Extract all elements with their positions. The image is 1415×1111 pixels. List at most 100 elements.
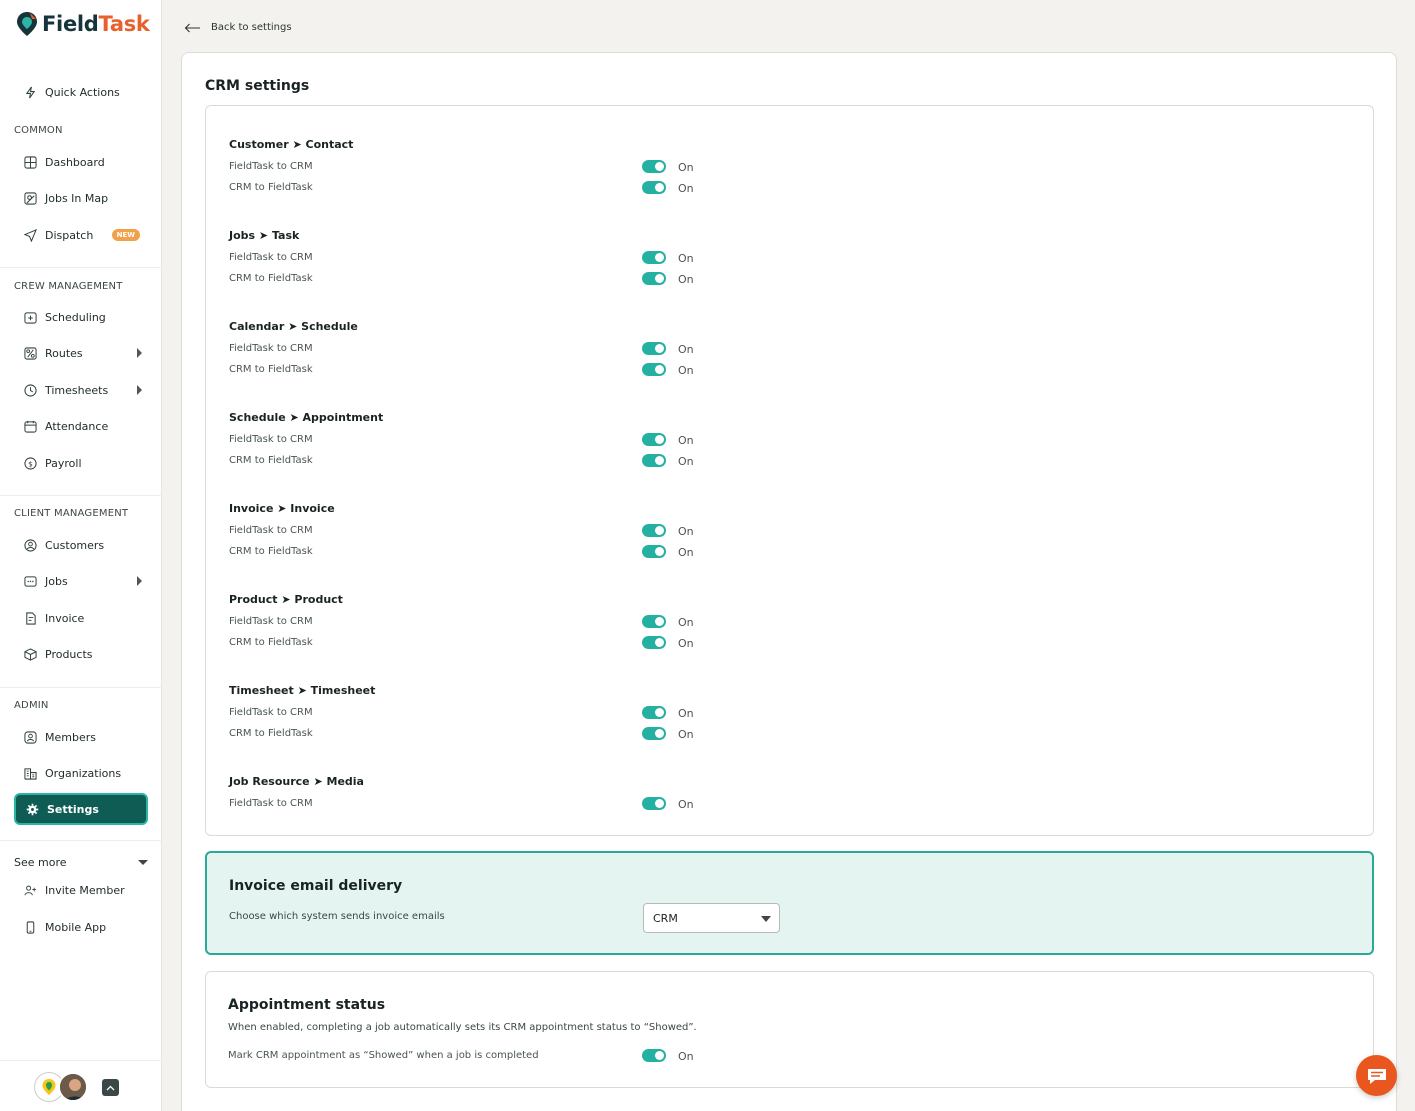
- brand-name: FieldTask: [42, 12, 150, 36]
- sidebar-item-scheduling[interactable]: Scheduling: [14, 303, 148, 331]
- sidebar-item-label: Settings: [47, 802, 99, 816]
- toggle-state: On: [678, 637, 694, 650]
- sidebar-item-label: Members: [45, 730, 96, 744]
- sidebar-item-dispatch[interactable]: Dispatch NEW: [14, 221, 148, 249]
- user-avatar[interactable]: [58, 1072, 88, 1102]
- sidebar-item-attendance[interactable]: Attendance: [14, 412, 148, 440]
- sync-toggle[interactable]: [642, 615, 666, 628]
- chevron-right-icon[interactable]: [137, 576, 142, 586]
- sidebar-item-jobs-in-map[interactable]: Jobs In Map: [14, 184, 148, 212]
- toggle-state: On: [678, 161, 694, 174]
- sync-toggle[interactable]: [642, 160, 666, 173]
- chevron-up-icon: [106, 1085, 115, 1090]
- sync-toggle[interactable]: [642, 706, 666, 719]
- back-to-settings-link[interactable]: Back to settings: [184, 22, 292, 33]
- section-label-admin: ADMIN: [14, 700, 49, 711]
- sidebar-item-payroll[interactable]: $ Payroll: [14, 449, 148, 477]
- svg-text:$: $: [28, 459, 33, 468]
- sidebar-item-dashboard[interactable]: Dashboard: [14, 148, 148, 176]
- settings-panel: CRM settings Customer ➤ Contact FieldTas…: [181, 52, 1397, 1111]
- toggle-state: On: [678, 1050, 694, 1063]
- sidebar-item-label: Dashboard: [45, 155, 105, 169]
- appointment-status-card: Appointment status When enabled, complet…: [205, 971, 1374, 1088]
- appointment-status-title: Appointment status: [228, 997, 386, 1013]
- sync-toggle[interactable]: [642, 636, 666, 649]
- sync-row-label: CRM to FieldTask: [229, 455, 313, 466]
- map-icon: [23, 191, 37, 205]
- invoice-delivery-select[interactable]: CRM: [643, 903, 780, 933]
- document-icon: [23, 611, 37, 625]
- toggle-state: On: [678, 343, 694, 356]
- sync-toggle[interactable]: [642, 433, 666, 446]
- chevron-right-icon[interactable]: [137, 385, 142, 395]
- sync-row-label: FieldTask to CRM: [229, 343, 313, 354]
- user-plus-icon: [23, 883, 37, 897]
- sidebar-item-invite-member[interactable]: Invite Member: [14, 876, 148, 904]
- section-label-crew: CREW MANAGEMENT: [14, 281, 123, 292]
- sidebar-item-products[interactable]: Products: [14, 640, 148, 668]
- user-circle-icon: [23, 538, 37, 552]
- building-icon: [23, 766, 37, 780]
- toggle-state: On: [678, 525, 694, 538]
- lightning-icon: [23, 85, 37, 99]
- sidebar-item-members[interactable]: Members: [14, 723, 148, 751]
- appointment-status-description: When enabled, completing a job automatic…: [228, 1022, 697, 1033]
- box-icon: [23, 647, 37, 661]
- sync-toggle[interactable]: [642, 181, 666, 194]
- sync-toggle[interactable]: [642, 272, 666, 285]
- sidebar-item-settings[interactable]: Settings: [14, 793, 148, 825]
- see-more-toggle[interactable]: See more: [14, 856, 148, 869]
- invoice-email-delivery-card: Invoice email delivery Choose which syst…: [205, 851, 1374, 955]
- crm-sync-card: Customer ➤ Contact FieldTask to CRM On C…: [205, 105, 1374, 836]
- sync-toggle[interactable]: [642, 524, 666, 537]
- sidebar-item-label: Attendance: [45, 419, 109, 433]
- avatar-stack[interactable]: [34, 1072, 90, 1102]
- sidebar-item-label: Quick Actions: [45, 85, 120, 99]
- phone-icon: [23, 920, 37, 934]
- sidebar-item-organizations[interactable]: Organizations: [14, 759, 148, 787]
- sync-toggle[interactable]: [642, 251, 666, 264]
- toggle-state: On: [678, 546, 694, 559]
- sync-toggle[interactable]: [642, 545, 666, 558]
- toggle-state: On: [678, 182, 694, 195]
- divider: [0, 687, 162, 688]
- appointment-status-toggle[interactable]: [642, 1049, 666, 1062]
- toggle-state: On: [678, 728, 694, 741]
- sync-toggle[interactable]: [642, 797, 666, 810]
- sync-row-label: FieldTask to CRM: [229, 616, 313, 627]
- sync-row-label: FieldTask to CRM: [229, 707, 313, 718]
- sidebar-item-quick-actions[interactable]: Quick Actions: [14, 78, 148, 106]
- user-square-icon: [23, 730, 37, 744]
- sidebar-item-timesheets[interactable]: Timesheets: [14, 376, 148, 404]
- sidebar-item-label: Invite Member: [45, 883, 125, 897]
- sidebar-footer: [0, 1060, 162, 1111]
- brand-logo[interactable]: FieldTask: [16, 11, 150, 37]
- sidebar-item-mobile-app[interactable]: Mobile App: [14, 913, 148, 941]
- sidebar-item-customers[interactable]: Customers: [14, 531, 148, 559]
- sync-toggle[interactable]: [642, 727, 666, 740]
- chevron-down-icon: [761, 916, 771, 922]
- divider: [0, 840, 162, 841]
- sync-toggle[interactable]: [642, 342, 666, 355]
- sync-row-label: FieldTask to CRM: [229, 798, 313, 809]
- brand-mark-icon: [17, 12, 37, 36]
- chat-support-button[interactable]: [1356, 1055, 1397, 1096]
- sync-row-label: FieldTask to CRM: [229, 434, 313, 445]
- sync-group-title: Timesheet ➤ Timesheet: [229, 684, 376, 697]
- sidebar-item-invoice[interactable]: Invoice: [14, 604, 148, 632]
- invoice-delivery-description: Choose which system sends invoice emails: [229, 911, 445, 922]
- sync-toggle[interactable]: [642, 363, 666, 376]
- sync-group-title: Product ➤ Product: [229, 593, 343, 606]
- sidebar-item-routes[interactable]: Routes: [14, 339, 148, 367]
- appointment-status-row-label: Mark CRM appointment as “Showed” when a …: [228, 1050, 539, 1061]
- toggle-state: On: [678, 798, 694, 811]
- route-icon: [23, 346, 37, 360]
- clock-icon: [23, 383, 37, 397]
- section-label-common: COMMON: [14, 125, 63, 136]
- sidebar-item-jobs[interactable]: Jobs: [14, 567, 148, 595]
- collapse-sidebar-button[interactable]: [102, 1079, 119, 1096]
- sync-group-title: Customer ➤ Contact: [229, 138, 354, 151]
- chevron-right-icon[interactable]: [137, 348, 142, 358]
- sync-row-label: CRM to FieldTask: [229, 637, 313, 648]
- sync-toggle[interactable]: [642, 454, 666, 467]
